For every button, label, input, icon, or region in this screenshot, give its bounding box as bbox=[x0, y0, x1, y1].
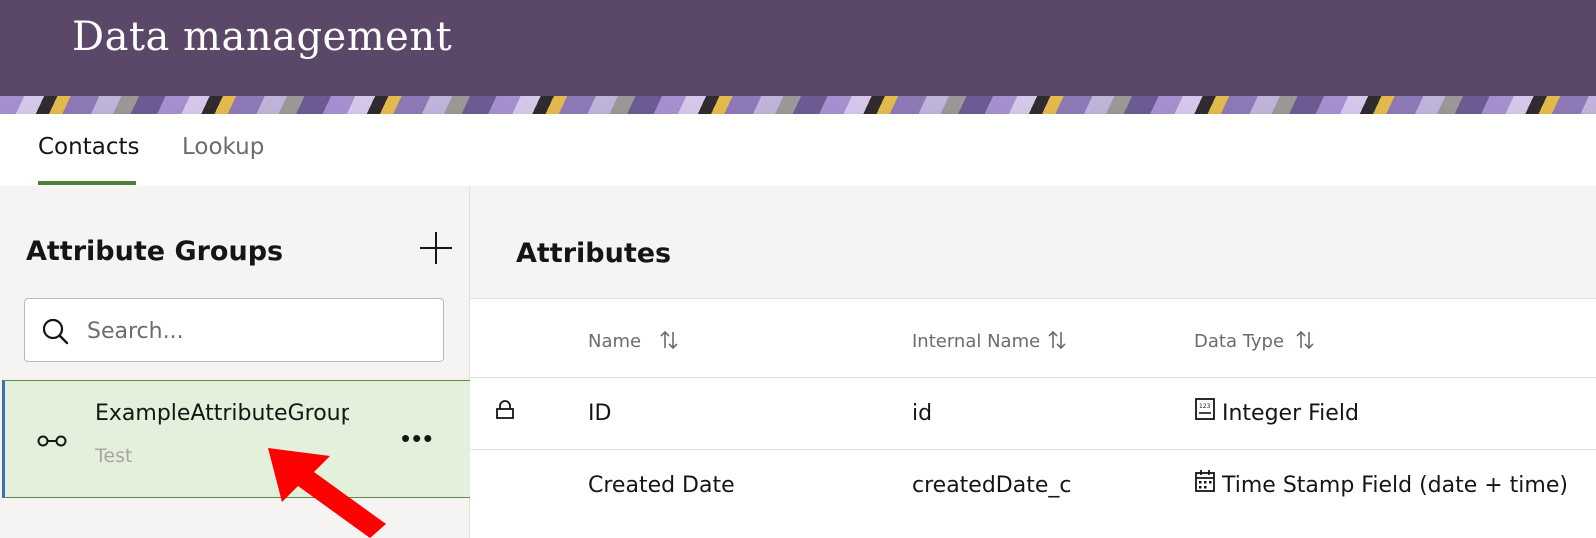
divider bbox=[470, 449, 1596, 450]
decorative-banner bbox=[0, 96, 1596, 114]
group-name: ExampleAttributeGroup bbox=[95, 401, 349, 426]
attribute-data-type: Time Stamp Field (date + time) bbox=[1222, 473, 1568, 498]
calendar-icon bbox=[1195, 470, 1215, 492]
key-icon bbox=[37, 435, 67, 447]
app-header: Data management bbox=[0, 0, 1596, 96]
svg-text:123: 123 bbox=[1199, 403, 1211, 410]
attribute-internal-name: id bbox=[912, 401, 933, 426]
search-input[interactable] bbox=[87, 315, 427, 347]
search-box[interactable] bbox=[24, 298, 444, 362]
more-options-icon[interactable]: ••• bbox=[401, 425, 437, 451]
sort-icon[interactable] bbox=[1294, 329, 1316, 351]
attribute-data-type: Integer Field bbox=[1222, 401, 1359, 426]
group-list-item[interactable]: ExampleAttributeGroup Test ••• bbox=[2, 380, 470, 498]
tab-contacts[interactable]: Contacts bbox=[38, 134, 139, 160]
active-tab-indicator bbox=[38, 181, 136, 185]
attribute-groups-panel: Attribute Groups ExampleAttributeGroup T… bbox=[0, 186, 470, 538]
search-icon bbox=[42, 318, 69, 345]
page-title: Data management bbox=[72, 14, 453, 60]
attribute-name[interactable]: ID bbox=[588, 401, 611, 426]
sort-icon[interactable] bbox=[1046, 329, 1068, 351]
attributes-panel: Attributes Name Internal Name Data Type … bbox=[470, 186, 1596, 538]
attributes-table: Name Internal Name Data Type ID id 123 I… bbox=[470, 298, 1596, 538]
lock-icon bbox=[496, 400, 514, 419]
annotation-arrow-icon bbox=[268, 448, 386, 538]
add-group-plus-icon[interactable] bbox=[420, 232, 452, 264]
tab-bar: Contacts Lookup bbox=[0, 114, 1596, 186]
attributes-title: Attributes bbox=[516, 238, 672, 269]
column-header-name[interactable]: Name bbox=[588, 331, 641, 352]
attribute-groups-title: Attribute Groups bbox=[26, 236, 284, 267]
attribute-internal-name: createdDate_c bbox=[912, 473, 1072, 498]
integer-icon: 123 bbox=[1195, 398, 1215, 420]
attribute-name[interactable]: Created Date bbox=[588, 473, 735, 498]
sort-icon[interactable] bbox=[658, 329, 680, 351]
column-header-data-type[interactable]: Data Type bbox=[1194, 331, 1284, 352]
column-header-internal-name[interactable]: Internal Name bbox=[912, 331, 1040, 352]
divider bbox=[470, 377, 1596, 378]
group-description: Test bbox=[95, 445, 133, 467]
tab-lookup[interactable]: Lookup bbox=[182, 134, 264, 160]
